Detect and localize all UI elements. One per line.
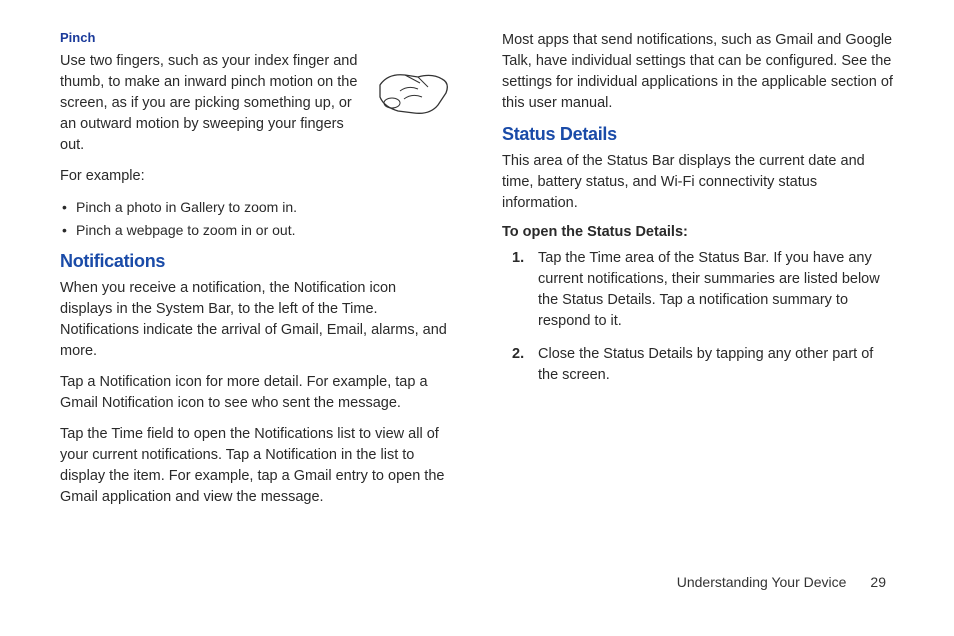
content-columns: Pinch Use two fingers, such as your inde… [60,30,894,570]
notifications-heading: Notifications [60,251,452,272]
page-footer: Understanding Your Device 29 [60,574,894,590]
pinch-hand-icon [370,55,452,125]
status-intro: This area of the Status Bar displays the… [502,151,894,214]
right-column: Most apps that send notifications, such … [502,30,894,570]
notifications-p1: When you receive a notification, the Not… [60,278,452,362]
continuation-text: Most apps that send notifications, such … [502,30,894,114]
list-item: Pinch a photo in Gallery to zoom in. [60,197,452,218]
list-item: Tap the Time area of the Status Bar. If … [502,248,894,332]
pinch-body: Use two fingers, such as your index fing… [60,51,360,156]
list-item: Close the Status Details by tapping any … [502,344,894,386]
status-details-heading: Status Details [502,124,894,145]
footer-page-number: 29 [870,574,886,590]
footer-section-name: Understanding Your Device [677,574,847,590]
pinch-row: Use two fingers, such as your index fing… [60,51,452,166]
status-open-label: To open the Status Details: [502,224,894,240]
left-column: Pinch Use two fingers, such as your inde… [60,30,452,570]
list-item: Pinch a webpage to zoom in or out. [60,220,452,241]
pinch-text-block: Use two fingers, such as your index fing… [60,51,360,166]
status-steps: Tap the Time area of the Status Bar. If … [502,248,894,386]
pinch-label: Pinch [60,30,452,45]
pinch-example-label: For example: [60,166,452,187]
notifications-p2: Tap a Notification icon for more detail.… [60,372,452,414]
pinch-bullets: Pinch a photo in Gallery to zoom in. Pin… [60,197,452,241]
notifications-p3: Tap the Time field to open the Notificat… [60,424,452,508]
